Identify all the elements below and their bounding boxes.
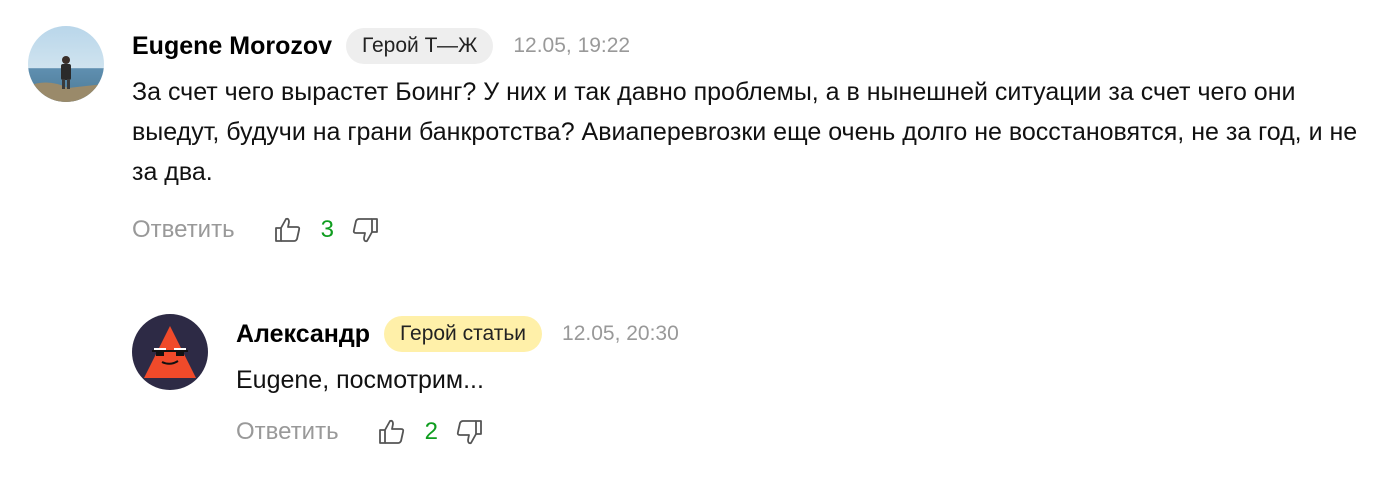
user-badge: Герой Т—Ж: [346, 28, 494, 64]
comment-actions: Ответить 3: [132, 210, 1388, 250]
avatar[interactable]: [132, 314, 208, 390]
thumbs-down-icon[interactable]: [454, 417, 484, 447]
comment-text: Eugene, посмотрим...: [236, 366, 484, 394]
thumbs-up-icon[interactable]: [273, 215, 303, 245]
article-hero-badge: Герой статьи: [384, 316, 543, 352]
likes-count: 2: [424, 418, 438, 445]
reply-button[interactable]: Ответить: [236, 412, 339, 452]
likes-count: 3: [320, 216, 334, 243]
thumbs-up-icon[interactable]: [377, 417, 407, 447]
thumbs-down-icon[interactable]: [350, 215, 380, 245]
reply-button[interactable]: Ответить: [132, 210, 235, 250]
timestamp[interactable]: 12.05, 19:22: [513, 26, 630, 66]
author-name[interactable]: Eugene Morozov: [132, 26, 332, 66]
comment-actions: Ответить 2: [236, 412, 1382, 452]
author-name[interactable]: Александр: [236, 314, 370, 354]
avatar[interactable]: [28, 26, 104, 102]
timestamp[interactable]: 12.05, 20:30: [562, 314, 679, 354]
avatar-illustration-icon: [132, 314, 208, 390]
comment-text: За счет чего вырастет Боинг? У них и так…: [132, 78, 1358, 186]
avatar-photo-icon: [28, 26, 104, 102]
